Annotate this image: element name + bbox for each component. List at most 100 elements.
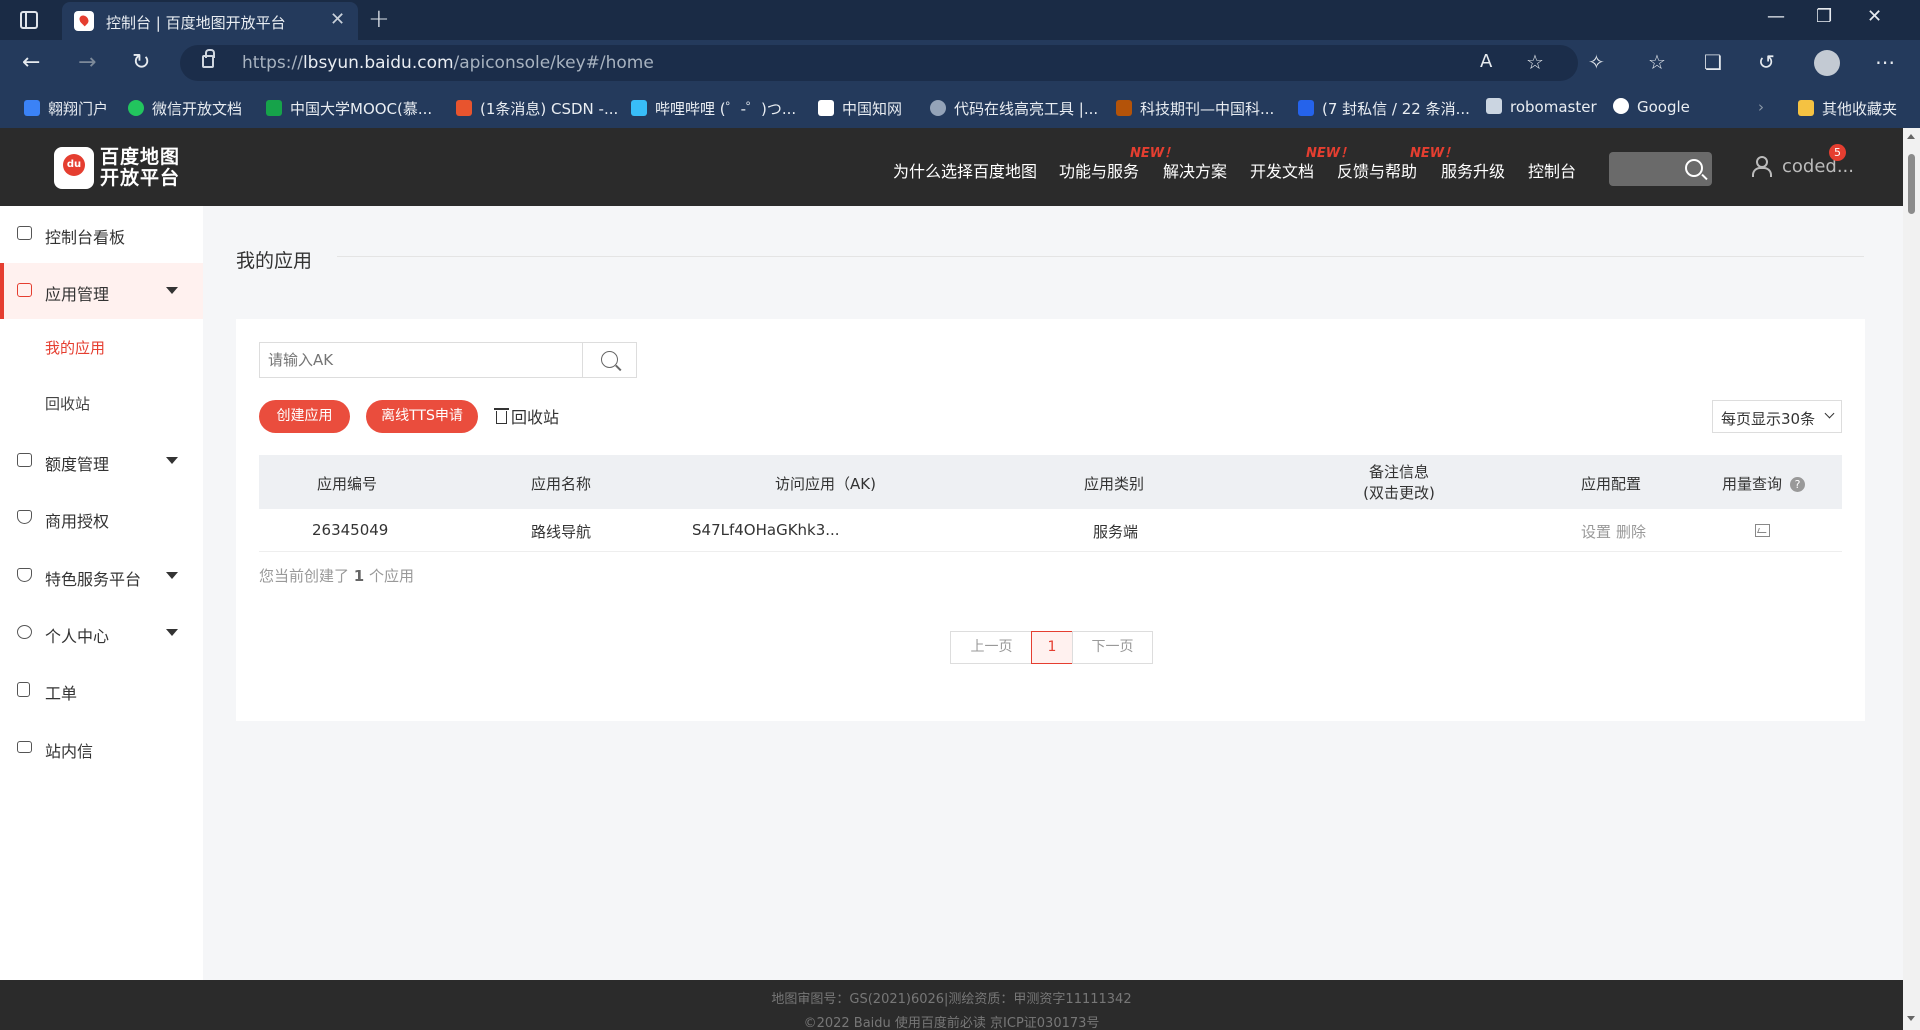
bookmark-item[interactable]: 中国知网 <box>818 98 902 119</box>
bookmark-item[interactable]: 哔哩哔哩 (゜-゜)つ... <box>631 98 796 119</box>
bookmark-item[interactable]: (1条消息) CSDN -... <box>456 98 618 119</box>
message-count-badge[interactable]: 5 <box>1829 144 1846 161</box>
clipboard-icon <box>17 682 30 697</box>
page-1-button[interactable]: 1 <box>1031 631 1073 664</box>
prev-page-button[interactable]: 上一页 <box>950 631 1033 664</box>
page-scrollbar[interactable] <box>1903 128 1920 1030</box>
header-search[interactable] <box>1609 152 1712 186</box>
per-page-select[interactable]: 每页显示30条 <box>1712 400 1842 433</box>
wechat-icon <box>128 100 144 116</box>
url-field[interactable]: https://lbsyun.baidu.com/apiconsole/key#… <box>180 45 1578 81</box>
nav-feedback[interactable]: 反馈与帮助 <box>1337 158 1417 182</box>
search-icon <box>601 351 618 368</box>
nav-console[interactable]: 控制台 <box>1528 158 1576 182</box>
search-icon[interactable] <box>1685 159 1703 177</box>
baidu-map-logo[interactable]: 百度地图开放平台 <box>54 147 180 189</box>
nav-docs[interactable]: 开发文档 <box>1250 158 1314 182</box>
add-favorite-icon[interactable]: ☆ <box>1526 50 1544 74</box>
sidebar-item-dashboard[interactable]: 控制台看板 <box>0 206 203 262</box>
restore-icon[interactable]: ❐ <box>1816 6 1832 27</box>
bookmark-item[interactable]: 中国大学MOOC(慕... <box>266 98 432 119</box>
scroll-up-icon[interactable] <box>1907 134 1915 139</box>
bookmark-item[interactable]: robomaster <box>1486 98 1597 116</box>
history-icon[interactable]: ↺ <box>1758 50 1775 74</box>
read-aloud-icon[interactable]: A <box>1480 51 1492 72</box>
user-icon <box>17 625 32 639</box>
site-footer: 地图审图号：GS(2021)6026|测绘资质：甲测资字11111342 ©20… <box>0 980 1903 1030</box>
sidebar-item-quota[interactable]: 额度管理 <box>0 433 203 489</box>
sidebar-item-inbox[interactable]: 站内信 <box>0 720 203 776</box>
csdn-icon <box>456 100 472 116</box>
username[interactable]: coded... <box>1782 156 1854 177</box>
extensions-icon[interactable]: ✧ <box>1588 50 1605 74</box>
ak-search-button[interactable] <box>582 342 637 378</box>
nav-why-baidu[interactable]: 为什么选择百度地图 <box>893 158 1037 182</box>
tab-actions-icon[interactable] <box>20 11 38 29</box>
sidebar-item-work-order[interactable]: 工单 <box>0 662 203 718</box>
title-divider <box>337 256 1864 257</box>
table-header: 应用编号 应用名称 访问应用（AK) 应用类别 备注信息 (双击更改) 应用配置… <box>259 455 1842 509</box>
nav-features[interactable]: 功能与服务 <box>1059 158 1139 182</box>
col-app-name: 应用名称 <box>531 475 592 493</box>
scrollbar-thumb[interactable] <box>1908 154 1915 214</box>
collections-icon[interactable]: ❏ <box>1704 50 1722 74</box>
grid-icon <box>17 283 32 297</box>
code-highlight-icon <box>930 100 946 116</box>
sidebar-item-label: 站内信 <box>45 742 94 761</box>
user-icon[interactable] <box>1752 156 1772 177</box>
bookmark-item[interactable]: Google <box>1613 98 1690 116</box>
bookmark-item[interactable]: 代码在线高亮工具 |... <box>930 98 1098 119</box>
forward-icon[interactable]: → <box>78 50 96 75</box>
more-icon[interactable]: ⋯ <box>1875 50 1895 74</box>
bilibili-icon <box>631 100 647 116</box>
nav-solutions[interactable]: 解决方案 <box>1163 158 1227 182</box>
close-window-icon[interactable]: ✕ <box>1867 6 1882 27</box>
caret-down-icon <box>166 572 178 579</box>
chevron-down-icon <box>1824 408 1835 419</box>
scroll-down-icon[interactable] <box>1907 1016 1915 1021</box>
journal-icon <box>1116 100 1132 116</box>
usage-chart-icon[interactable] <box>1755 524 1770 537</box>
config-delete-link[interactable]: 删除 <box>1616 521 1646 542</box>
browser-tab[interactable]: 控制台 | 百度地图开放平台 ✕ <box>62 2 358 40</box>
offline-tts-button[interactable]: 离线TTS申请 <box>366 400 478 433</box>
footer-license: 地图审图号：GS(2021)6026|测绘资质：甲测资字11111342 <box>771 992 1132 1007</box>
config-set-link[interactable]: 设置 <box>1581 521 1611 542</box>
caret-down-icon <box>166 287 178 294</box>
bookmark-item[interactable]: 科技期刊—中国科... <box>1116 98 1274 119</box>
sidebar-item-app-management[interactable]: 应用管理 <box>0 263 203 319</box>
page-title: 我的应用 <box>236 250 313 272</box>
create-app-button[interactable]: 创建应用 <box>259 400 350 433</box>
sidebar-sub-my-apps[interactable]: 我的应用 <box>45 337 105 358</box>
sidebar-item-personal-center[interactable]: 个人中心 <box>0 605 203 661</box>
ak-search-input[interactable] <box>259 342 582 378</box>
bookmark-item[interactable]: 微信开放文档 <box>128 98 242 119</box>
logo-mark-icon <box>54 147 94 189</box>
cnki-icon <box>818 100 834 116</box>
sidebar-sub-recycle[interactable]: 回收站 <box>45 393 90 414</box>
cell-app-name: 路线导航 <box>531 523 592 541</box>
per-page-value: 每页显示30条 <box>1721 410 1816 428</box>
sidebar-item-special-services[interactable]: 特色服务平台 <box>0 548 203 604</box>
minimize-icon[interactable]: — <box>1767 6 1785 27</box>
back-icon[interactable]: ← <box>22 50 40 75</box>
recycle-bin-link[interactable]: 回收站 <box>494 404 559 428</box>
sidebar-item-commercial-license[interactable]: 商用授权 <box>0 490 203 546</box>
nav-upgrade[interactable]: 服务升级 <box>1441 158 1505 182</box>
close-tab-icon[interactable]: ✕ <box>330 9 345 30</box>
favorites-icon[interactable]: ☆ <box>1648 50 1666 74</box>
other-bookmarks[interactable]: 其他收藏夹 <box>1798 98 1897 119</box>
next-page-button[interactable]: 下一页 <box>1072 631 1153 664</box>
url-text[interactable]: https://lbsyun.baidu.com/apiconsole/key#… <box>242 53 654 73</box>
new-tab-icon[interactable]: + <box>368 4 390 34</box>
refresh-icon[interactable]: ↻ <box>132 50 150 75</box>
bookmark-item[interactable]: 翱翔门户 <box>24 98 108 119</box>
lock-icon[interactable] <box>202 49 215 68</box>
help-icon[interactable]: ? <box>1790 477 1806 492</box>
bookmarks-overflow-icon[interactable]: › <box>1758 98 1764 116</box>
profile-avatar[interactable] <box>1814 50 1840 76</box>
bookmark-item[interactable]: (7 封私信 / 22 条消... <box>1298 98 1470 119</box>
caret-down-icon <box>166 629 178 636</box>
site-header: 百度地图开放平台 为什么选择百度地图 功能与服务 NEW！ 解决方案 开发文档 … <box>0 128 1903 206</box>
baidu-map-favicon <box>74 11 94 31</box>
